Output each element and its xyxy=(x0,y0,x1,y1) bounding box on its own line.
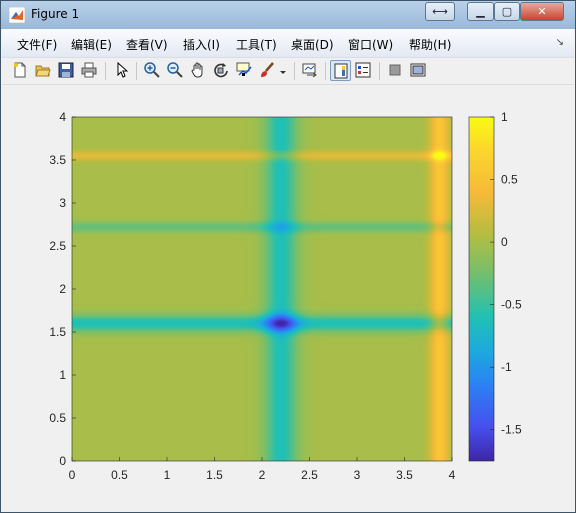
menu-tools[interactable]: 工具(T) xyxy=(236,36,277,53)
maximize-button[interactable]: ▢ xyxy=(494,2,520,21)
menu-file[interactable]: 文件(F) xyxy=(17,36,57,53)
new-figure-icon xyxy=(14,62,26,78)
zoom-out-icon xyxy=(167,62,183,78)
brush-button[interactable] xyxy=(257,60,278,81)
legend-button[interactable] xyxy=(353,60,374,81)
data-cursor-button[interactable] xyxy=(234,60,255,81)
show-tools-icon xyxy=(410,63,426,77)
x-tick-label: 1.5 xyxy=(206,468,223,482)
colorbar-tick-label: 1 xyxy=(501,110,508,124)
colorbar-ticks: 1 0.5 0 -0.5 -1 -1.5 xyxy=(490,110,522,437)
brush-dropdown-button[interactable] xyxy=(277,60,289,81)
zoom-out-button[interactable] xyxy=(165,60,186,81)
hide-plot-tools-button[interactable] xyxy=(385,60,406,81)
toolbar-separator xyxy=(379,62,380,80)
y-tick-label: 2.5 xyxy=(49,239,66,253)
x-tick-label: 4 xyxy=(449,468,456,482)
print-button[interactable] xyxy=(79,60,100,81)
select-button[interactable] xyxy=(112,60,133,81)
legend-icon xyxy=(355,62,371,78)
y-tick-label: 1.5 xyxy=(49,325,66,339)
menu-insert[interactable]: 插入(I) xyxy=(183,36,220,53)
y-tick-label: 1 xyxy=(59,368,66,382)
colorbar-icon xyxy=(334,63,348,79)
window-title: Figure 1 xyxy=(31,7,80,21)
show-plot-tools-button[interactable] xyxy=(408,60,429,81)
brush-icon xyxy=(261,62,274,77)
x-tick-label: 0.5 xyxy=(111,468,128,482)
open-file-icon xyxy=(35,65,51,77)
link-plot-button[interactable] xyxy=(300,60,321,81)
new-figure-button[interactable] xyxy=(10,60,31,81)
toolbar-separator xyxy=(105,62,106,80)
title-bar[interactable]: Figure 1 ⟷ ▁ ▢ ✕ xyxy=(1,1,575,29)
matlab-logo-icon xyxy=(9,7,25,23)
y-tick-label: 0.5 xyxy=(49,411,66,425)
menu-dock-arrow-icon[interactable]: ↘ xyxy=(556,37,564,48)
minimize-button[interactable]: ▁ xyxy=(467,2,494,21)
restore-size-button[interactable]: ⟷ xyxy=(425,2,455,21)
select-arrow-icon xyxy=(117,62,129,78)
y-tick-label: 3 xyxy=(59,196,66,210)
heatmap-image xyxy=(72,117,452,461)
close-button[interactable]: ✕ xyxy=(520,2,564,21)
menu-window[interactable]: 窗口(W) xyxy=(348,36,393,53)
close-icon: ✕ xyxy=(537,5,547,18)
rotate-3d-icon xyxy=(214,63,228,78)
figure-toolbar xyxy=(2,58,574,85)
brush-dropdown-icon xyxy=(280,71,286,74)
rotate-3d-button[interactable] xyxy=(211,60,232,81)
zoom-in-button[interactable] xyxy=(142,60,163,81)
open-file-button[interactable] xyxy=(33,60,54,81)
y-tick-label: 2 xyxy=(59,282,66,296)
save-button[interactable] xyxy=(56,60,77,81)
x-tick-label: 0 xyxy=(69,468,76,482)
x-tick-label: 2 xyxy=(259,468,266,482)
minimize-icon: ▁ xyxy=(476,5,485,18)
colorbar-tick-label: -0.5 xyxy=(501,298,522,312)
menu-view[interactable]: 查看(V) xyxy=(126,36,168,53)
y-tick-label: 3.5 xyxy=(49,153,66,167)
maximize-icon: ▢ xyxy=(501,5,513,18)
zoom-in-icon xyxy=(144,62,160,78)
pan-hand-icon xyxy=(191,62,203,78)
menu-bar: 文件(F) 编辑(E) 查看(V) 插入(I) 工具(T) 桌面(D) 窗口(W… xyxy=(2,29,574,58)
double-arrow-icon: ⟷ xyxy=(432,5,448,18)
data-cursor-icon xyxy=(236,62,252,76)
print-icon xyxy=(81,62,97,78)
hide-tools-icon xyxy=(389,64,401,76)
colorbar-tick-label: 0.5 xyxy=(501,173,518,187)
axes-area[interactable]: 0 0.5 1 1.5 2 2.5 3 3.5 4 0 0.5 1 1.5 2 2.5 3 3.5 4 1 0.5… xyxy=(5,87,571,505)
menu-edit[interactable]: 编辑(E) xyxy=(71,36,112,53)
menu-desktop[interactable]: 桌面(D) xyxy=(291,36,334,53)
x-tick-label: 2.5 xyxy=(301,468,318,482)
colorbar-tick-label: -1.5 xyxy=(501,423,522,437)
y-tick-label: 4 xyxy=(59,110,66,124)
link-plot-icon xyxy=(302,63,317,78)
toolbar-separator xyxy=(294,62,295,80)
x-tick-label: 3 xyxy=(354,468,361,482)
colorbar-button[interactable] xyxy=(330,60,351,81)
x-tick-label: 1 xyxy=(164,468,171,482)
figure-window: Figure 1 ⟷ ▁ ▢ ✕ 文件(F) 编辑(E) 查看(V) 插入(I)… xyxy=(0,0,576,513)
toolbar-separator xyxy=(136,62,137,80)
colorbar-gradient xyxy=(469,117,494,461)
y-tick-label: 0 xyxy=(59,454,66,468)
colorbar-tick-label: 0 xyxy=(501,235,508,249)
figure-canvas: 0 0.5 1 1.5 2 2.5 3 3.5 4 0 0.5 1 1.5 2 2.5 3 3.5 4 1 0.5… xyxy=(5,87,571,505)
toolbar-separator xyxy=(325,62,326,80)
menu-help[interactable]: 帮助(H) xyxy=(409,36,451,53)
pan-button[interactable] xyxy=(188,60,209,81)
colorbar-tick-label: -1 xyxy=(501,360,512,374)
x-tick-label: 3.5 xyxy=(396,468,413,482)
save-icon xyxy=(58,62,74,78)
